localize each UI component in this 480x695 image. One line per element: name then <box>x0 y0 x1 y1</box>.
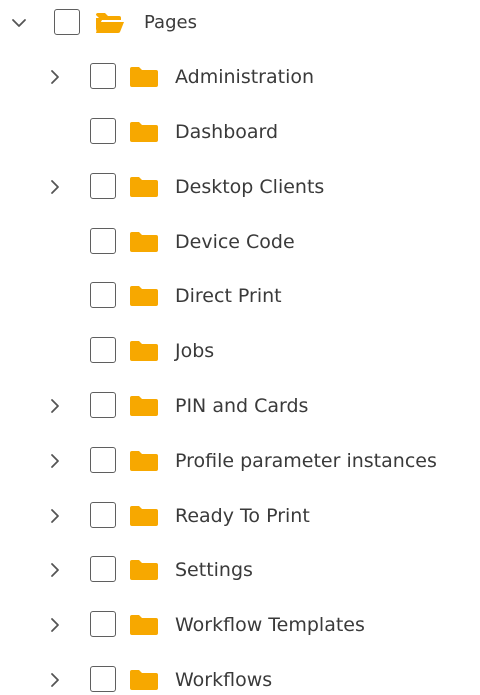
folder-icon <box>129 505 159 527</box>
folder-icon <box>129 121 159 143</box>
tree-node-checkbox[interactable] <box>90 63 116 89</box>
folder-icon <box>129 450 159 472</box>
tree-node-dashboard[interactable]: Dashboard <box>0 112 480 152</box>
folder-icon <box>129 66 159 88</box>
tree-node-workflows[interactable]: Workflows <box>0 660 480 695</box>
folder-icon <box>129 669 159 691</box>
tree-node-pages[interactable]: Pages <box>0 3 480 43</box>
tree-node-pin-and-cards[interactable]: PIN and Cards <box>0 386 480 426</box>
tree-node-label: Settings <box>175 559 253 581</box>
page-tree: Pages Administration Dashboard Desktop Cli… <box>0 0 480 695</box>
tree-node-label: Dashboard <box>175 121 279 143</box>
tree-node-label: PIN and Cards <box>175 395 309 417</box>
folder-open-icon <box>95 12 125 34</box>
tree-node-checkbox[interactable] <box>90 611 116 637</box>
tree-node-checkbox[interactable] <box>90 502 116 528</box>
tree-node-ready-to-print[interactable]: Ready To Print <box>0 496 480 536</box>
tree-node-workflow-templates[interactable]: Workflow Templates <box>0 605 480 645</box>
tree-node-checkbox[interactable] <box>54 9 80 35</box>
tree-node-checkbox[interactable] <box>90 556 116 582</box>
tree-node-device-code[interactable]: Device Code <box>0 222 480 262</box>
tree-node-administration[interactable]: Administration <box>0 57 480 97</box>
tree-node-label: Direct Print <box>175 285 282 307</box>
chevron-right-icon[interactable] <box>44 504 66 528</box>
folder-icon <box>129 176 159 198</box>
tree-node-label: Workflow Templates <box>175 614 365 636</box>
chevron-right-icon[interactable] <box>44 668 66 692</box>
chevron-right-icon[interactable] <box>44 613 66 637</box>
chevron-right-icon[interactable] <box>44 175 66 199</box>
tree-node-label: Pages <box>144 12 197 33</box>
tree-node-label: Desktop Clients <box>175 176 325 198</box>
folder-icon <box>129 285 159 307</box>
tree-node-checkbox[interactable] <box>90 447 116 473</box>
folder-icon <box>129 614 159 636</box>
tree-node-checkbox[interactable] <box>90 392 116 418</box>
folder-icon <box>129 559 159 581</box>
tree-node-settings[interactable]: Settings <box>0 550 480 590</box>
tree-node-label: Device Code <box>175 231 295 253</box>
tree-node-checkbox[interactable] <box>90 173 116 199</box>
tree-node-desktop-clients[interactable]: Desktop Clients <box>0 167 480 207</box>
tree-node-direct-print[interactable]: Direct Print <box>0 276 480 316</box>
tree-node-profile-parameter-instances[interactable]: Profile parameter instances <box>0 441 480 481</box>
chevron-right-icon[interactable] <box>44 558 66 582</box>
chevron-right-icon[interactable] <box>44 65 66 89</box>
tree-node-checkbox[interactable] <box>90 228 116 254</box>
tree-node-checkbox[interactable] <box>90 337 116 363</box>
tree-node-label: Profile parameter instances <box>175 450 437 472</box>
tree-node-label: Ready To Print <box>175 505 310 527</box>
tree-node-checkbox[interactable] <box>90 666 116 692</box>
chevron-right-icon[interactable] <box>44 449 66 473</box>
tree-node-label: Administration <box>175 66 315 88</box>
folder-icon <box>129 231 159 253</box>
tree-node-label: Jobs <box>175 340 215 362</box>
chevron-right-icon[interactable] <box>44 394 66 418</box>
chevron-down-icon[interactable] <box>8 11 30 35</box>
tree-node-label: Workflows <box>175 669 273 691</box>
tree-node-checkbox[interactable] <box>90 282 116 308</box>
folder-icon <box>129 395 159 417</box>
folder-icon <box>129 340 159 362</box>
tree-node-checkbox[interactable] <box>90 118 116 144</box>
tree-node-jobs[interactable]: Jobs <box>0 331 480 371</box>
